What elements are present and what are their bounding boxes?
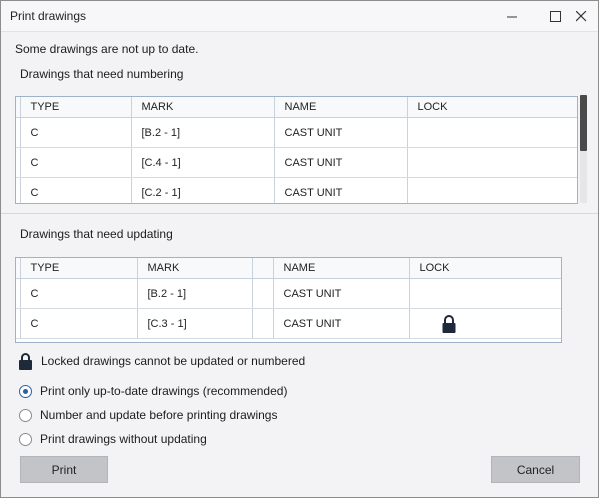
column-header-mark[interactable]: MARK [131,97,275,118]
radio-button[interactable] [19,408,32,422]
cell-name: CAST UNIT [274,117,408,148]
cell-name: CAST UNIT [274,147,408,178]
column-header-name[interactable]: NAME [273,258,410,279]
column-header-type[interactable]: TYPE [20,97,132,118]
cell-lock [409,308,561,339]
cell-type: C [20,278,138,309]
status-message: Some drawings are not up to date. [15,42,199,56]
radio-button[interactable] [19,432,32,446]
option-label: Print drawings without updating [40,432,207,446]
option-number-and-update[interactable]: Number and update before printing drawin… [19,408,277,422]
cell-name: CAST UNIT [274,177,408,203]
table-row[interactable]: C [B.2 - 1] CAST UNIT [16,278,561,309]
cell-type: C [20,177,132,203]
lock-icon [442,314,455,333]
numbering-section-label: Drawings that need numbering [20,67,184,81]
radio-button[interactable] [19,384,32,398]
close-icon [575,10,586,21]
print-drawings-dialog: Print drawings Some drawings are not up … [0,0,599,498]
minimize-button[interactable] [495,1,529,31]
column-header-lock[interactable]: LOCK [407,97,577,118]
cell-type: C [20,147,132,178]
cell-mark: [C.3 - 1] [137,308,253,339]
title-bar: Print drawings [1,1,598,32]
column-header-mark[interactable]: MARK [137,258,253,279]
option-label: Number and update before printing drawin… [40,408,278,422]
cell-mark: [B.2 - 1] [131,117,275,148]
column-header-name[interactable]: NAME [274,97,408,118]
cell-lock [409,278,561,309]
cell-blank [252,308,274,339]
option-print-without-updating[interactable]: Print drawings without updating [19,432,207,446]
lock-note-text: Locked drawings cannot be updated or num… [41,354,306,368]
column-header-blank[interactable] [252,258,274,279]
table-row[interactable]: C [C.2 - 1] CAST UNIT [16,177,577,203]
cell-mark: [C.2 - 1] [131,177,275,203]
updating-header-row: TYPE MARK NAME LOCK [16,258,561,279]
numbering-grid: TYPE MARK NAME LOCK C [B.2 - 1] CAST UNI… [15,96,578,204]
table-row[interactable]: C [B.2 - 1] CAST UNIT [16,117,577,148]
numbering-header-row: TYPE MARK NAME LOCK [16,97,577,118]
option-print-up-to-date[interactable]: Print only up-to-date drawings (recommen… [19,384,287,398]
column-header-type[interactable]: TYPE [20,258,138,279]
numbering-scrollbar[interactable] [580,95,587,203]
cell-mark: [B.2 - 1] [137,278,253,309]
updating-section-label: Drawings that need updating [20,227,173,241]
lock-note: Locked drawings cannot be updated or num… [19,352,305,370]
cell-lock [407,177,577,203]
table-row[interactable]: C [C.4 - 1] CAST UNIT [16,147,577,178]
lock-icon [19,353,32,370]
close-button[interactable] [564,1,598,31]
maximize-icon [549,10,561,22]
table-row[interactable]: C [C.3 - 1] CAST UNIT [16,308,561,339]
column-header-lock[interactable]: LOCK [409,258,561,279]
cell-lock [407,117,577,148]
cell-name: CAST UNIT [273,278,410,309]
section-divider [1,213,598,214]
cancel-button[interactable]: Cancel [491,456,580,483]
cell-blank [252,278,274,309]
option-label: Print only up-to-date drawings (recommen… [40,384,288,398]
updating-grid: TYPE MARK NAME LOCK C [B.2 - 1] CAST UNI… [15,257,562,343]
cell-mark: [C.4 - 1] [131,147,275,178]
minimize-icon [506,16,517,17]
scrollbar-thumb[interactable] [580,95,587,151]
cell-lock [407,147,577,178]
window-title: Print drawings [10,9,87,23]
cell-name: CAST UNIT [273,308,410,339]
print-button[interactable]: Print [20,456,108,483]
cell-type: C [20,117,132,148]
cell-type: C [20,308,138,339]
